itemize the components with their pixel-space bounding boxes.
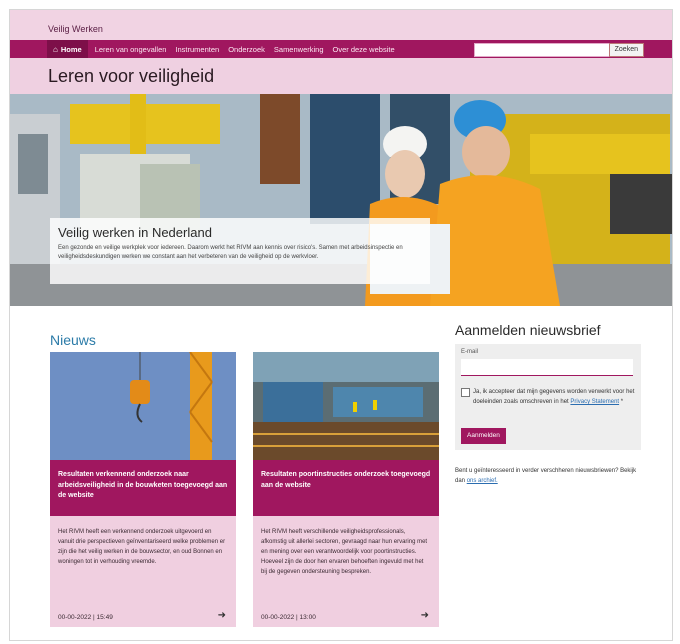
construction-site-image [253,352,439,460]
home-icon: ⌂ [53,44,58,54]
nav-item-samenwerking[interactable]: Samenwerking [274,45,324,54]
nav-list: ⌂ Home Leren van ongevallen Instrumenten … [47,40,404,58]
news-card-headline[interactable]: Resultaten verkennend onderzoek naar arb… [58,470,228,502]
consent-text: Ja, ik accepteer dat mijn gegevens worde… [473,387,637,407]
subscribe-button[interactable]: Aanmelden [461,428,506,444]
hero-caption: Veilig werken in Nederland Een gezonde e… [50,218,430,284]
newsletter-archive-note: Bent u geïnteresseerd in verder verschhe… [455,466,641,486]
search-input[interactable]: Zoeken [474,43,644,57]
archive-link[interactable]: ons archief. [467,478,498,484]
privacy-statement-link[interactable]: Privacy Statement [570,399,619,405]
news-card-image [50,352,236,460]
news-section-title: Nieuws [50,332,96,348]
news-card-date: 00-00-2022 | 15:49 [58,614,113,621]
site-brand[interactable]: Veilig Werken [48,24,103,34]
required-mark: * [620,399,624,405]
arrow-right-icon[interactable]: ➜ [421,610,429,621]
hero-title: Veilig werken in Nederland [58,225,212,240]
nav-item-leren-van-ongevallen[interactable]: Leren van ongevallen [95,45,167,54]
nav-home-label: Home [60,44,82,54]
newsletter-form: E-mail Ja, ik accepteer dat mijn gegeven… [455,344,641,450]
nav-item-over-deze-website[interactable]: Over deze website [333,45,395,54]
nav-item-instrumenten[interactable]: Instrumenten [175,45,219,54]
news-card[interactable]: Resultaten verkennend onderzoek naar arb… [50,352,236,627]
crane-image [50,352,236,460]
news-card-header: Resultaten verkennend onderzoek naar arb… [50,460,236,516]
email-field[interactable] [461,359,633,376]
page-title: Leren voor veiligheid [48,66,215,86]
arrow-right-icon[interactable]: ➜ [218,610,226,621]
page-frame: Veilig Werken ⌂ Home Leren van ongevallen… [9,9,673,641]
main-navigation: ⌂ Home Leren van ongevallen Instrumenten … [10,40,672,58]
news-card-body: Het RIVM heeft een verkennend onderzoek … [58,529,226,565]
news-card[interactable]: Resultaten poortinstructies onderzoek to… [253,352,439,627]
top-band [10,10,672,40]
news-card-date: 00-00-2022 | 13:00 [261,614,316,621]
nav-item-home[interactable]: ⌂ Home [47,40,88,58]
news-card-header: Resultaten poortinstructies onderzoek to… [253,460,439,516]
email-label: E-mail [461,349,479,355]
hero-banner: Veilig werken in Nederland Een gezonde e… [10,94,672,306]
newsletter-title: Aanmelden nieuwsbrief [455,322,601,338]
news-card-body: Het RIVM heeft verschillende veiligheids… [261,529,428,575]
news-card-image [253,352,439,460]
search-button[interactable]: Zoeken [608,43,644,57]
consent-checkbox[interactable] [461,388,470,397]
hero-text: Een gezonde en veilige werkplek voor ied… [58,245,403,260]
nav-item-onderzoek[interactable]: Onderzoek [228,45,265,54]
news-card-headline[interactable]: Resultaten poortinstructies onderzoek to… [261,470,431,491]
